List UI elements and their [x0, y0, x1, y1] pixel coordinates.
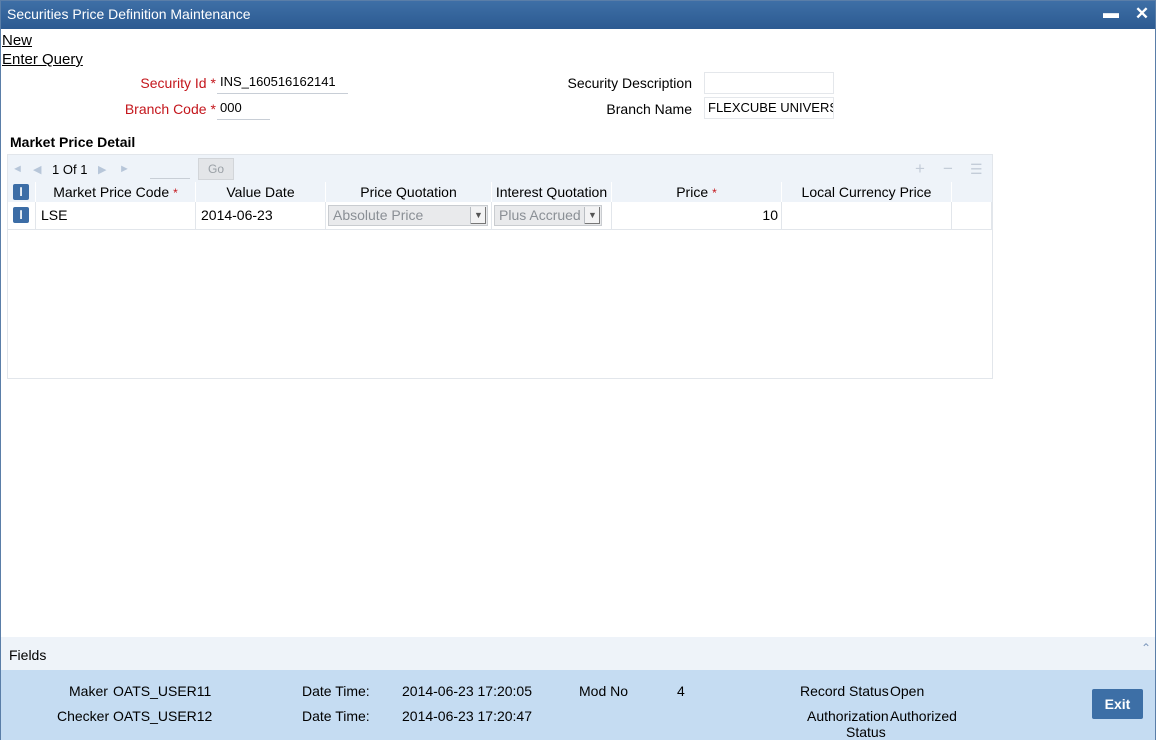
- row-checkbox[interactable]: ӏ: [13, 207, 29, 223]
- interest-quotation-select[interactable]: Plus Accrued ▼: [494, 205, 602, 226]
- security-description-input[interactable]: [704, 72, 834, 94]
- security-id-input[interactable]: INS_160516162141: [217, 72, 348, 94]
- checker-date-time-label: Date Time:: [302, 708, 370, 724]
- new-link[interactable]: New: [2, 32, 32, 49]
- select-all-checkbox[interactable]: ӏ: [13, 184, 29, 200]
- maker-value: OATS_USER11: [113, 683, 212, 699]
- close-icon[interactable]: ✕: [1132, 4, 1152, 24]
- select-all-cell: ӏ: [8, 182, 36, 202]
- security-id-label: Security Id *: [140, 75, 216, 91]
- window-title: Securities Price Definition Maintenance: [7, 6, 251, 22]
- col-market-price-code: Market Price Code *: [36, 182, 196, 202]
- chevron-up-icon[interactable]: ⌃: [1141, 641, 1151, 655]
- security-description-label: Security Description: [567, 75, 693, 91]
- cell-market-price-code[interactable]: LSE: [36, 202, 196, 230]
- last-page-icon[interactable]: ►: [119, 163, 130, 175]
- authorization-status-label: Authorization: [807, 708, 889, 724]
- grid-header: ӏ Market Price Code * Value Date Price Qu…: [8, 182, 992, 202]
- pager-of: Of: [62, 162, 77, 177]
- mod-no-label: Mod No: [579, 683, 629, 699]
- checker-date-time-value: 2014-06-23 17:20:47: [402, 708, 532, 724]
- col-price: Price *: [612, 182, 782, 202]
- maker-date-time-value: 2014-06-23 17:20:05: [402, 683, 532, 699]
- checker-label: Checker: [57, 708, 110, 724]
- cell-interest-quotation: Plus Accrued ▼: [492, 202, 612, 230]
- grid-toolbar: ◄ ◀ 1 Of 1 ▶ ► Go + − ☰: [8, 155, 992, 182]
- cell-price[interactable]: 10: [612, 202, 782, 230]
- mod-no-value: 4: [677, 683, 685, 699]
- delete-row-icon[interactable]: −: [943, 159, 953, 179]
- price-quotation-select[interactable]: Absolute Price ▼: [328, 205, 488, 226]
- row-select-cell: ӏ: [8, 202, 36, 230]
- previous-page-icon[interactable]: ◀: [33, 163, 41, 176]
- cell-local-currency-price[interactable]: [782, 202, 952, 230]
- branch-name-input[interactable]: FLEXCUBE UNIVERS: [704, 97, 834, 119]
- branch-code-label: Branch Code *: [124, 101, 216, 117]
- add-row-icon[interactable]: +: [915, 159, 925, 179]
- chevron-down-icon: ▼: [470, 207, 486, 224]
- fields-label[interactable]: Fields: [9, 647, 46, 663]
- interest-quotation-value: Plus Accrued: [499, 207, 581, 223]
- col-local-currency-price: Local Currency Price: [782, 182, 952, 202]
- enter-query-link[interactable]: Enter Query: [2, 51, 83, 68]
- cell-price-quotation: Absolute Price ▼: [326, 202, 492, 230]
- col-value-date: Value Date: [196, 182, 326, 202]
- pager-text: 1 Of 1: [52, 162, 87, 177]
- fields-bar: Fields ⌃: [1, 637, 1155, 670]
- branch-name-label: Branch Name: [606, 101, 692, 117]
- minimize-icon[interactable]: ▬: [1101, 4, 1121, 24]
- col-interest-quotation: Interest Quotation: [492, 182, 612, 202]
- market-price-detail-title: Market Price Detail: [10, 134, 136, 150]
- cell-value-date[interactable]: 2014-06-23: [196, 202, 326, 230]
- first-page-icon[interactable]: ◄: [12, 163, 23, 175]
- market-price-grid: ◄ ◀ 1 Of 1 ▶ ► Go + − ☰ ӏ Market Price C…: [7, 154, 993, 379]
- audit-footer: Maker OATS_USER11 Checker OATS_USER12 Da…: [1, 670, 1155, 740]
- cell-extra: [952, 202, 992, 230]
- table-row[interactable]: ӏ LSE 2014-06-23 Absolute Price ▼ Plus A…: [8, 202, 992, 230]
- maker-label: Maker: [69, 683, 108, 699]
- maker-date-time-label: Date Time:: [302, 683, 370, 699]
- authorization-status-value: Authorized: [890, 708, 957, 724]
- pager-current: 1: [52, 162, 60, 177]
- price-quotation-value: Absolute Price: [333, 207, 424, 223]
- record-status-value: Open: [890, 683, 925, 699]
- pager-total: 1: [80, 162, 88, 177]
- col-price-quotation: Price Quotation: [326, 182, 492, 202]
- record-status-label: Record Status: [800, 683, 889, 699]
- branch-code-input[interactable]: 000: [217, 98, 270, 120]
- title-bar: Securities Price Definition Maintenance …: [1, 1, 1155, 29]
- exit-button[interactable]: Exit: [1092, 689, 1143, 719]
- authorization-status-label-2: Status: [846, 724, 886, 740]
- view-list-icon[interactable]: ☰: [970, 161, 983, 178]
- go-button[interactable]: Go: [198, 158, 234, 180]
- main-window: Securities Price Definition Maintenance …: [0, 0, 1156, 740]
- page-number-input[interactable]: [150, 159, 190, 179]
- chevron-down-icon: ▼: [584, 207, 600, 224]
- next-page-icon[interactable]: ▶: [98, 163, 106, 176]
- checker-value: OATS_USER12: [113, 708, 213, 724]
